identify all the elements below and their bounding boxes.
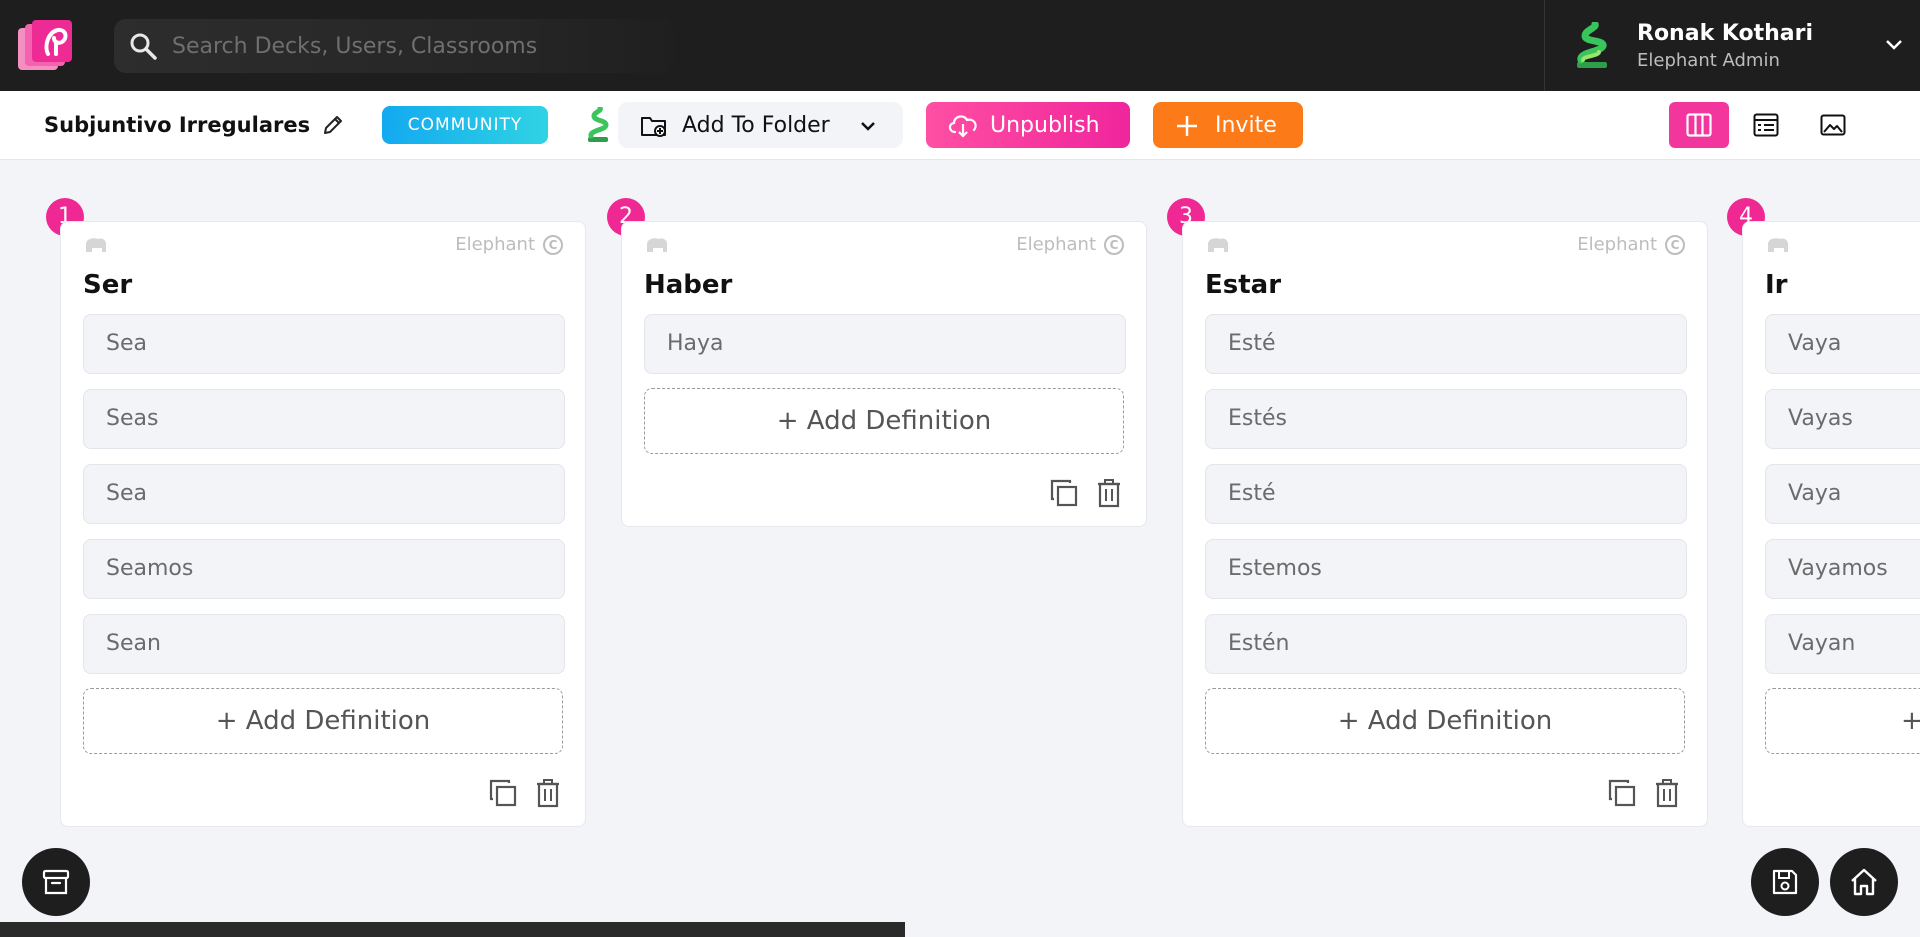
definition-field[interactable]: Esté <box>1205 314 1687 374</box>
deck-toolbar: Subjuntivo Irregulares COMMUNITY Add To … <box>0 91 1920 160</box>
user-role: Elephant Admin <box>1637 50 1780 71</box>
definition-field[interactable]: Seamos <box>83 539 565 599</box>
definition-field[interactable]: Estemos <box>1205 539 1687 599</box>
credit-label: Elephant C <box>1577 234 1685 255</box>
top-bar: Search Decks, Users, Classrooms Ronak Ko… <box>0 0 1920 91</box>
chevron-down-icon[interactable] <box>1885 38 1903 52</box>
horizontal-scrollbar[interactable] <box>0 922 905 937</box>
archive-button[interactable] <box>22 848 90 916</box>
add-to-folder-button[interactable]: Add To Folder <box>618 102 903 148</box>
definition-field[interactable]: Sean <box>83 614 565 674</box>
add-definition-button[interactable]: + Add Definition <box>644 388 1124 454</box>
add-definition-button[interactable]: + <box>1765 688 1920 754</box>
card-title: Ser <box>83 270 133 300</box>
cloud-download-icon <box>948 115 977 138</box>
add-to-folder-label: Add To Folder <box>682 113 830 138</box>
copy-icon[interactable] <box>1049 478 1079 508</box>
elephant-icon <box>1768 238 1789 252</box>
pencil-icon[interactable] <box>321 113 345 137</box>
definition-field[interactable]: Seas <box>83 389 565 449</box>
unpublish-button[interactable]: Unpublish <box>926 102 1130 148</box>
plus-icon <box>1177 116 1197 136</box>
elephant-icon <box>647 238 668 252</box>
copy-icon[interactable] <box>488 778 518 808</box>
definition-field[interactable]: Sea <box>83 314 565 374</box>
card-title: Haber <box>644 270 733 300</box>
elephant-icon <box>86 238 107 252</box>
definition-field[interactable]: Vaya <box>1765 464 1920 524</box>
card-title: Ir <box>1765 270 1788 300</box>
table-icon <box>1753 113 1779 137</box>
flashcard: Ir Vaya Vayas Vaya Vayamos Vayan + <box>1742 221 1920 827</box>
copy-icon[interactable] <box>1607 778 1637 808</box>
columns-icon <box>1686 113 1712 137</box>
tree-icon <box>588 107 609 142</box>
view-columns-button[interactable] <box>1669 102 1729 148</box>
flashcard: Elephant C Estar Esté Estés Esté Estemos … <box>1182 221 1708 827</box>
definition-field[interactable]: Vayan <box>1765 614 1920 674</box>
copyright-icon: C <box>1104 235 1124 255</box>
search-input[interactable]: Search Decks, Users, Classrooms <box>172 34 537 59</box>
flashcard: Elephant C Ser Sea Seas Sea Seamos Sean +… <box>60 221 586 827</box>
chevron-down-icon <box>861 122 875 131</box>
elephant-icon <box>1208 238 1229 252</box>
flashcard: Elephant C Haber Haya + Add Definition <box>621 221 1147 527</box>
user-menu[interactable]: Ronak Kothari Elephant Admin <box>1544 0 1920 91</box>
unpublish-label: Unpublish <box>990 113 1100 138</box>
save-button[interactable] <box>1751 848 1819 916</box>
definition-field[interactable]: Sea <box>83 464 565 524</box>
copyright-icon: C <box>1665 235 1685 255</box>
user-name: Ronak Kothari <box>1637 21 1814 46</box>
archive-icon <box>42 869 70 895</box>
search-icon <box>130 33 157 60</box>
copyright-icon: C <box>543 235 563 255</box>
trash-icon[interactable] <box>533 778 563 808</box>
folder-plus-icon <box>641 117 666 137</box>
definition-field[interactable]: Haya <box>644 314 1126 374</box>
avatar <box>1577 22 1607 68</box>
image-icon <box>1820 114 1846 136</box>
definition-field[interactable]: Estén <box>1205 614 1687 674</box>
invite-button[interactable]: Invite <box>1153 102 1303 148</box>
home-icon <box>1851 868 1877 896</box>
home-button[interactable] <box>1830 848 1898 916</box>
community-badge[interactable]: COMMUNITY <box>382 106 548 144</box>
invite-label: Invite <box>1215 113 1277 138</box>
add-definition-button[interactable]: + Add Definition <box>83 688 563 754</box>
add-definition-button[interactable]: + Add Definition <box>1205 688 1685 754</box>
trash-icon[interactable] <box>1094 478 1124 508</box>
search-bar[interactable]: Search Decks, Users, Classrooms <box>114 19 674 73</box>
app-logo[interactable] <box>18 20 72 72</box>
deck-title: Subjuntivo Irregulares <box>44 113 311 137</box>
credit-label: Elephant C <box>455 234 563 255</box>
save-icon <box>1772 869 1798 895</box>
credit-label: Elephant C <box>1016 234 1124 255</box>
definition-field[interactable]: Vayas <box>1765 389 1920 449</box>
view-image-button[interactable] <box>1803 102 1863 148</box>
trash-icon[interactable] <box>1652 778 1682 808</box>
definition-field[interactable]: Esté <box>1205 464 1687 524</box>
view-table-button[interactable] <box>1736 102 1796 148</box>
definition-field[interactable]: Estés <box>1205 389 1687 449</box>
card-title: Estar <box>1205 270 1282 300</box>
definition-field[interactable]: Vaya <box>1765 314 1920 374</box>
definition-field[interactable]: Vayamos <box>1765 539 1920 599</box>
